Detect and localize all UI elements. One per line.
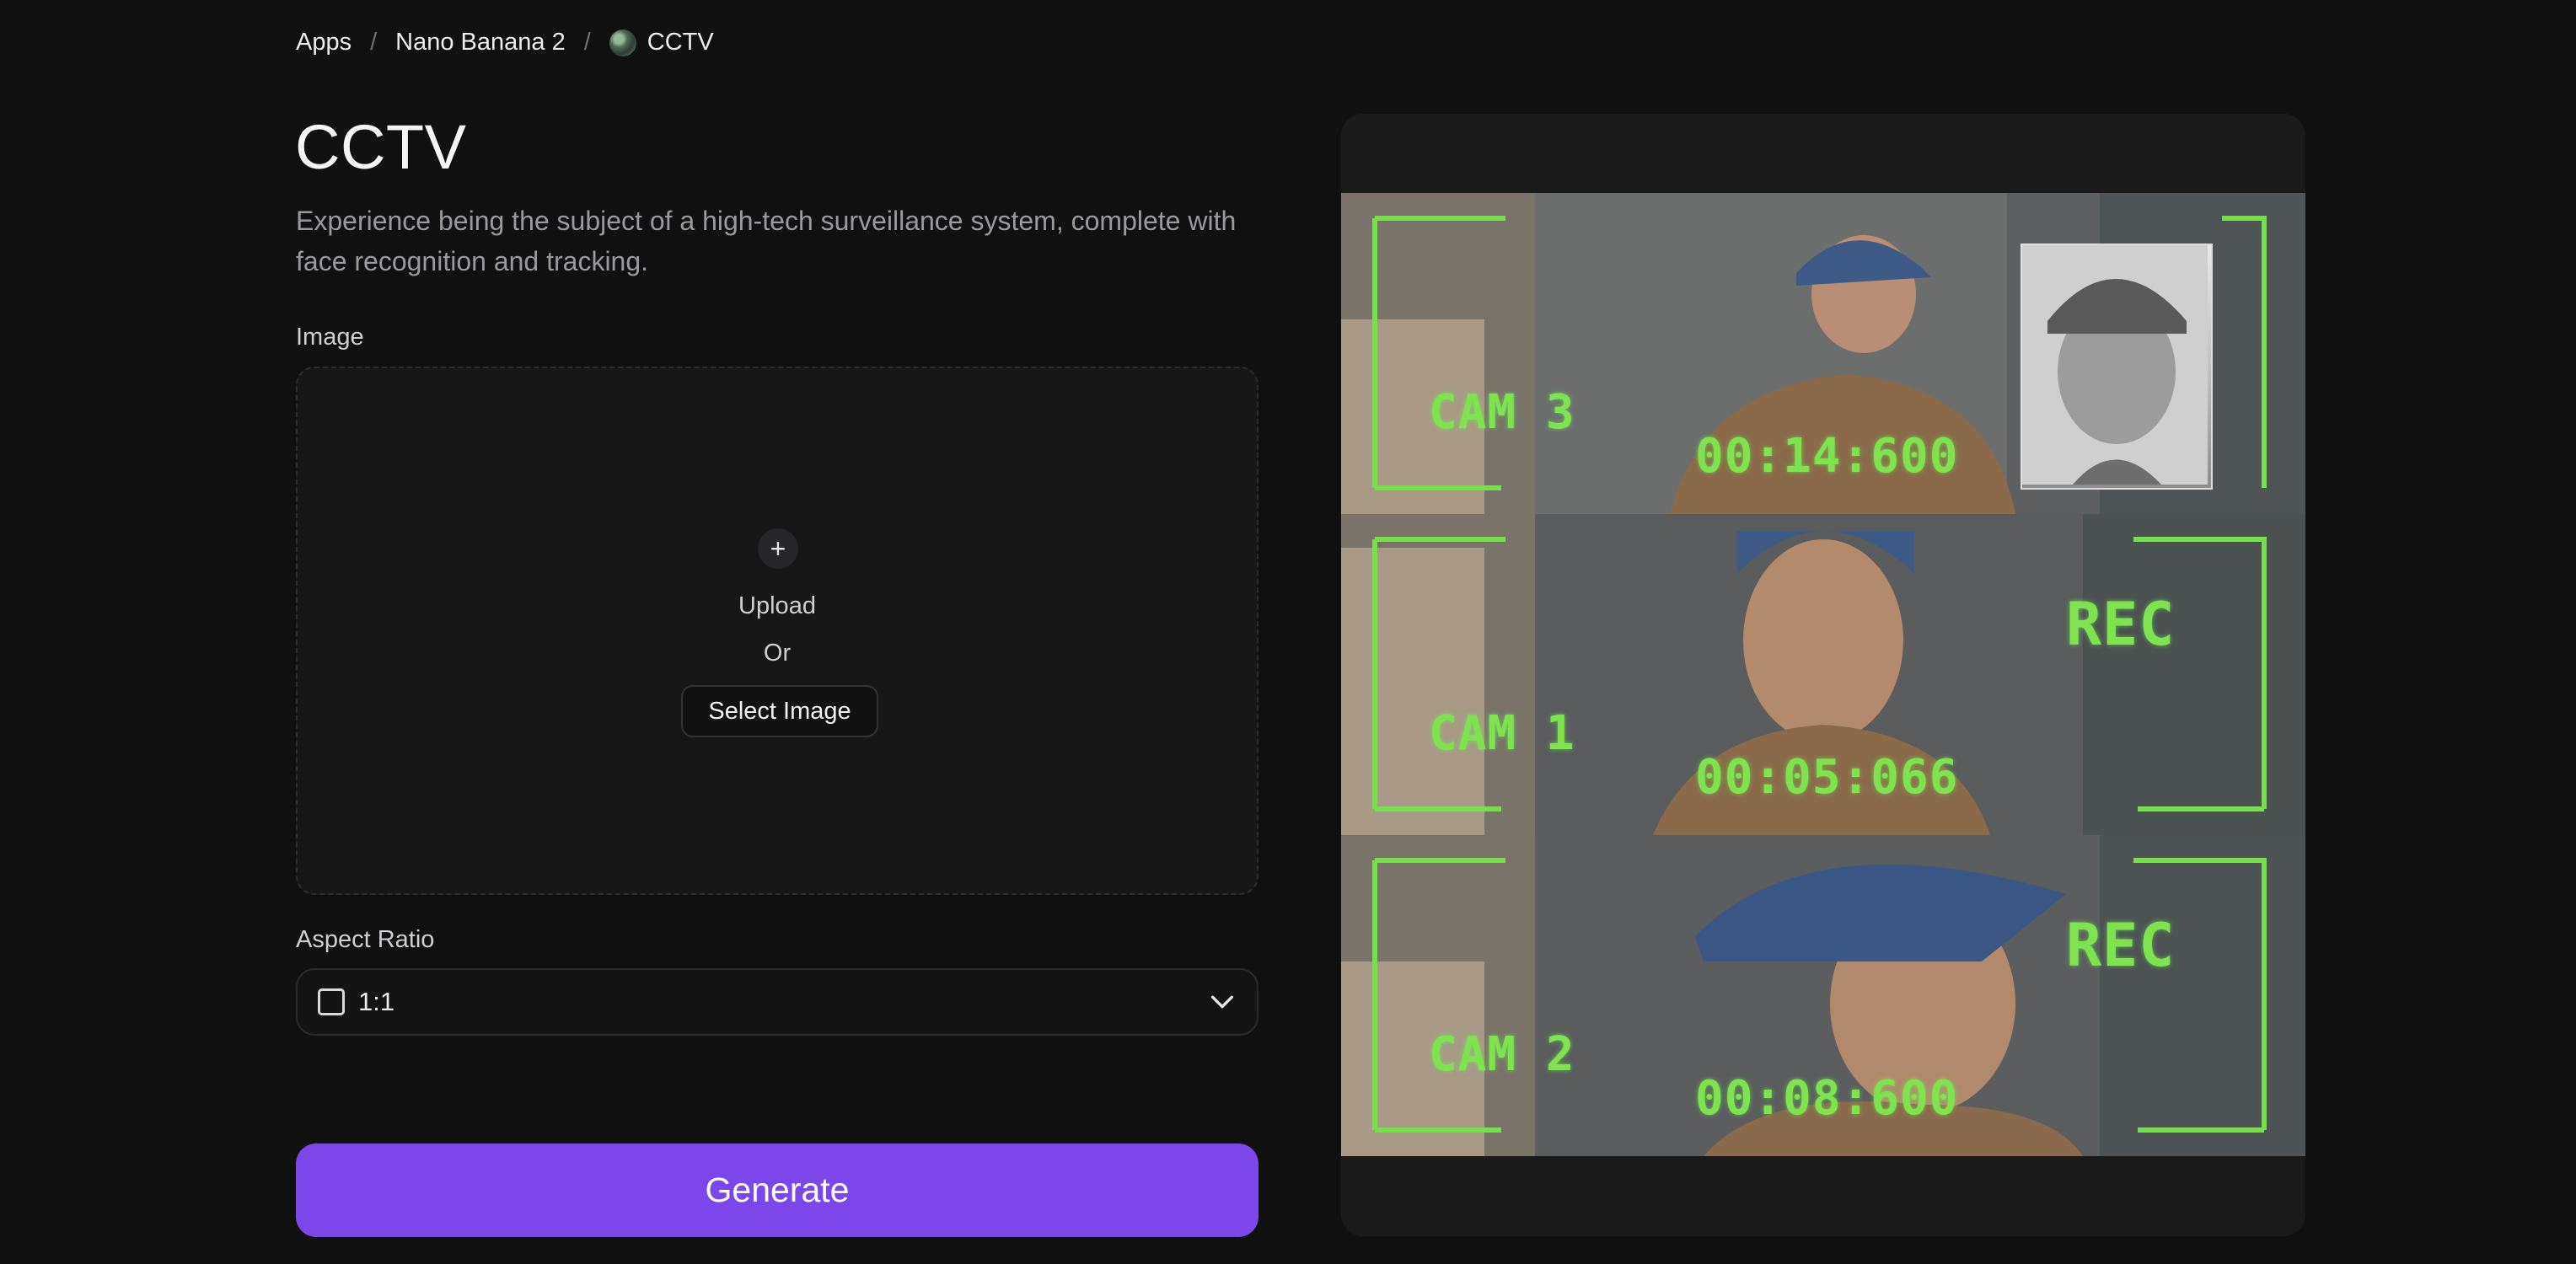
app-avatar-icon <box>609 29 636 56</box>
rec-indicator: REC <box>2066 590 2176 659</box>
timestamp: 00:05:066 <box>1695 750 1959 805</box>
breadcrumb-current: CCTV <box>647 29 714 56</box>
camera-label: CAM 2 <box>1429 1027 1575 1082</box>
page: Apps / Nano Banana 2 / CCTV CCTV Experie… <box>0 0 2576 1264</box>
page-title: CCTV <box>295 112 467 182</box>
preview-card: CAM 3 00:14:600 REC CAM 1 00:05:066 REC … <box>1341 114 2305 1236</box>
aspect-ratio-value: 1:1 <box>358 987 395 1016</box>
face-recognition-inset <box>2021 244 2213 490</box>
generate-button[interactable]: Generate <box>296 1143 1258 1237</box>
timestamp: 00:14:600 <box>1695 429 1959 484</box>
breadcrumb-separator: / <box>370 29 378 56</box>
breadcrumb-nano-banana[interactable]: Nano Banana 2 <box>395 29 566 56</box>
breadcrumb-apps[interactable]: Apps <box>296 29 352 56</box>
cctv-panel: REC CAM 1 00:05:066 <box>1341 514 2305 835</box>
cctv-panel: REC CAM 2 00:08:600 <box>1341 835 2305 1156</box>
camera-label: CAM 1 <box>1429 706 1575 761</box>
select-image-button[interactable]: Select Image <box>681 685 878 737</box>
aspect-ratio-select[interactable]: 1:1 <box>296 968 1258 1036</box>
page-description: Experience being the subject of a high-t… <box>296 206 1237 276</box>
image-dropzone[interactable]: + Upload Or Select Image <box>296 367 1258 895</box>
timestamp: 00:08:600 <box>1695 1071 1959 1126</box>
breadcrumb-separator: / <box>583 29 591 56</box>
preview-image: CAM 3 00:14:600 REC CAM 1 00:05:066 REC … <box>1341 193 2305 1156</box>
cctv-panel: CAM 3 00:14:600 <box>1341 193 2305 514</box>
breadcrumb: Apps / Nano Banana 2 / CCTV <box>296 29 714 56</box>
aspect-ratio-label: Aspect Ratio <box>296 926 435 953</box>
chevron-down-icon <box>1210 995 1234 1009</box>
image-label: Image <box>296 324 364 351</box>
plus-icon[interactable]: + <box>758 528 798 569</box>
or-text: Or <box>763 640 792 667</box>
rec-indicator: REC <box>2066 911 2176 980</box>
square-ratio-icon <box>318 988 345 1015</box>
upload-text: Upload <box>738 592 816 619</box>
camera-label: CAM 3 <box>1429 385 1575 440</box>
